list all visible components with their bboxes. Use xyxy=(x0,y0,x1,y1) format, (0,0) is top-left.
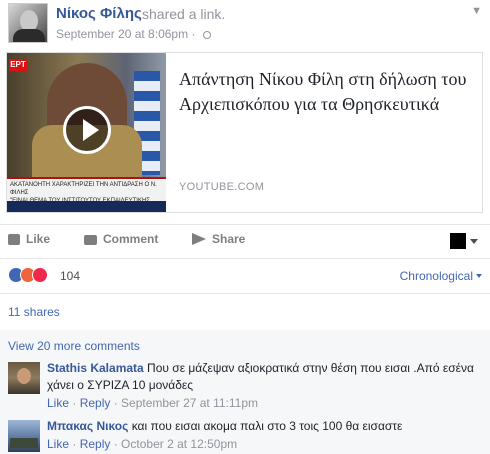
viewer-avatar xyxy=(450,233,466,249)
shared-link-text: shared a link. xyxy=(142,6,226,22)
globe-icon[interactable] xyxy=(202,31,211,39)
like-label: Like xyxy=(26,232,51,246)
action-bar: Like Comment Share xyxy=(0,228,490,254)
reaction-count[interactable]: 104 xyxy=(60,269,80,283)
caret-down-icon xyxy=(476,274,482,278)
avatar-landscape xyxy=(10,438,38,448)
post-as-selector[interactable] xyxy=(450,233,480,249)
channel-logo: ΕΡΤ xyxy=(9,59,27,71)
caret-down-icon xyxy=(470,239,478,244)
comment-button[interactable]: Comment xyxy=(84,232,158,246)
comment-sort-dropdown[interactable]: Chronological xyxy=(400,269,482,283)
comment-timestamp[interactable]: September 27 at 11:11pm xyxy=(121,396,258,410)
post-timestamp[interactable]: September 20 at 8:06pm xyxy=(56,27,188,41)
comment-reply-link[interactable]: Reply xyxy=(80,396,111,410)
video-thumbnail[interactable]: ΕΡΤ ΑΚΑΤΑΝΟΗΤΗ ΧΑΡΑΚΤΗΡΙΖΕΙ ΤΗΝ ΑΝΤΙΔΡΑΣ… xyxy=(7,53,166,212)
author-avatar[interactable] xyxy=(8,3,48,43)
comment-timestamp[interactable]: October 2 at 12:50pm xyxy=(121,437,237,451)
shares-count[interactable]: 11 shares xyxy=(8,305,60,319)
comment-like-link[interactable]: Like xyxy=(47,437,69,451)
news-ticker: ΑΚΑΤΑΝΟΗΤΗ ΧΑΡΑΚΤΗΡΙΖΕΙ ΤΗΝ ΑΝΤΙΔΡΑΣΗ Ο … xyxy=(7,177,166,212)
comment-bubble-icon xyxy=(84,235,97,245)
author-name[interactable]: Νίκος Φίλης xyxy=(56,5,142,22)
commenter-name[interactable]: Stathis Kalamata xyxy=(47,361,144,375)
share-button[interactable]: Share xyxy=(192,232,245,246)
post-meta: September 20 at 8:06pm · xyxy=(56,27,211,41)
comment-meta: Like · Reply · September 27 at 11:11pm xyxy=(47,396,259,410)
divider xyxy=(0,224,490,225)
link-domain: YOUTUBE.COM xyxy=(179,181,265,193)
commenter-avatar[interactable] xyxy=(8,362,40,394)
commenter-name[interactable]: Μπακας Νικος xyxy=(47,419,128,433)
commenter-avatar[interactable] xyxy=(8,420,40,452)
avatar-body xyxy=(13,29,45,42)
share-label: Share xyxy=(212,232,246,246)
play-icon[interactable] xyxy=(63,106,111,154)
link-preview-card[interactable]: ΕΡΤ ΑΚΑΤΑΝΟΗΤΗ ΧΑΡΑΚΤΗΡΙΖΕΙ ΤΗΝ ΑΝΤΙΔΡΑΣ… xyxy=(6,52,483,213)
comments-section: View 20 more comments Stathis Kalamata Π… xyxy=(0,330,490,454)
comment-text: και που εισαι ακομα παλι στο 3 τοις 100 … xyxy=(131,419,403,433)
like-button[interactable]: Like xyxy=(8,232,50,246)
ticker-line-1: ΑΚΑΤΑΝΟΗΤΗ ΧΑΡΑΚΤΗΡΙΖΕΙ ΤΗΝ ΑΝΤΙΔΡΑΣΗ Ο … xyxy=(10,182,157,196)
meta-separator: · xyxy=(191,27,196,41)
comment-body: Μπακας Νικος και που εισαι ακομα παλι στ… xyxy=(47,418,483,435)
avatar-face xyxy=(17,368,31,384)
sort-label: Chronological xyxy=(399,269,473,283)
view-more-comments[interactable]: View 20 more comments xyxy=(8,339,140,353)
chevron-down-icon[interactable]: ▼ xyxy=(471,5,482,17)
comment-meta: Like · Reply · October 2 at 12:50pm xyxy=(47,437,238,451)
thumbs-up-icon xyxy=(8,234,20,245)
link-title[interactable]: Απάντηση Νίκου Φίλη στη δήλωση του Αρχιε… xyxy=(179,67,475,117)
divider xyxy=(0,258,490,259)
divider xyxy=(0,293,490,294)
comment-label: Comment xyxy=(103,232,159,246)
love-icon xyxy=(32,267,48,283)
comment-body: Stathis Kalamata Που σε μάζεψαν αξιοκρατ… xyxy=(47,360,483,394)
post-header: Νίκος Φίλης shared a link. September 20 … xyxy=(0,0,490,46)
share-arrow-icon xyxy=(192,233,206,245)
comment-like-link[interactable]: Like xyxy=(47,396,69,410)
comment-reply-link[interactable]: Reply xyxy=(80,437,111,451)
ticker-bar xyxy=(7,201,166,212)
